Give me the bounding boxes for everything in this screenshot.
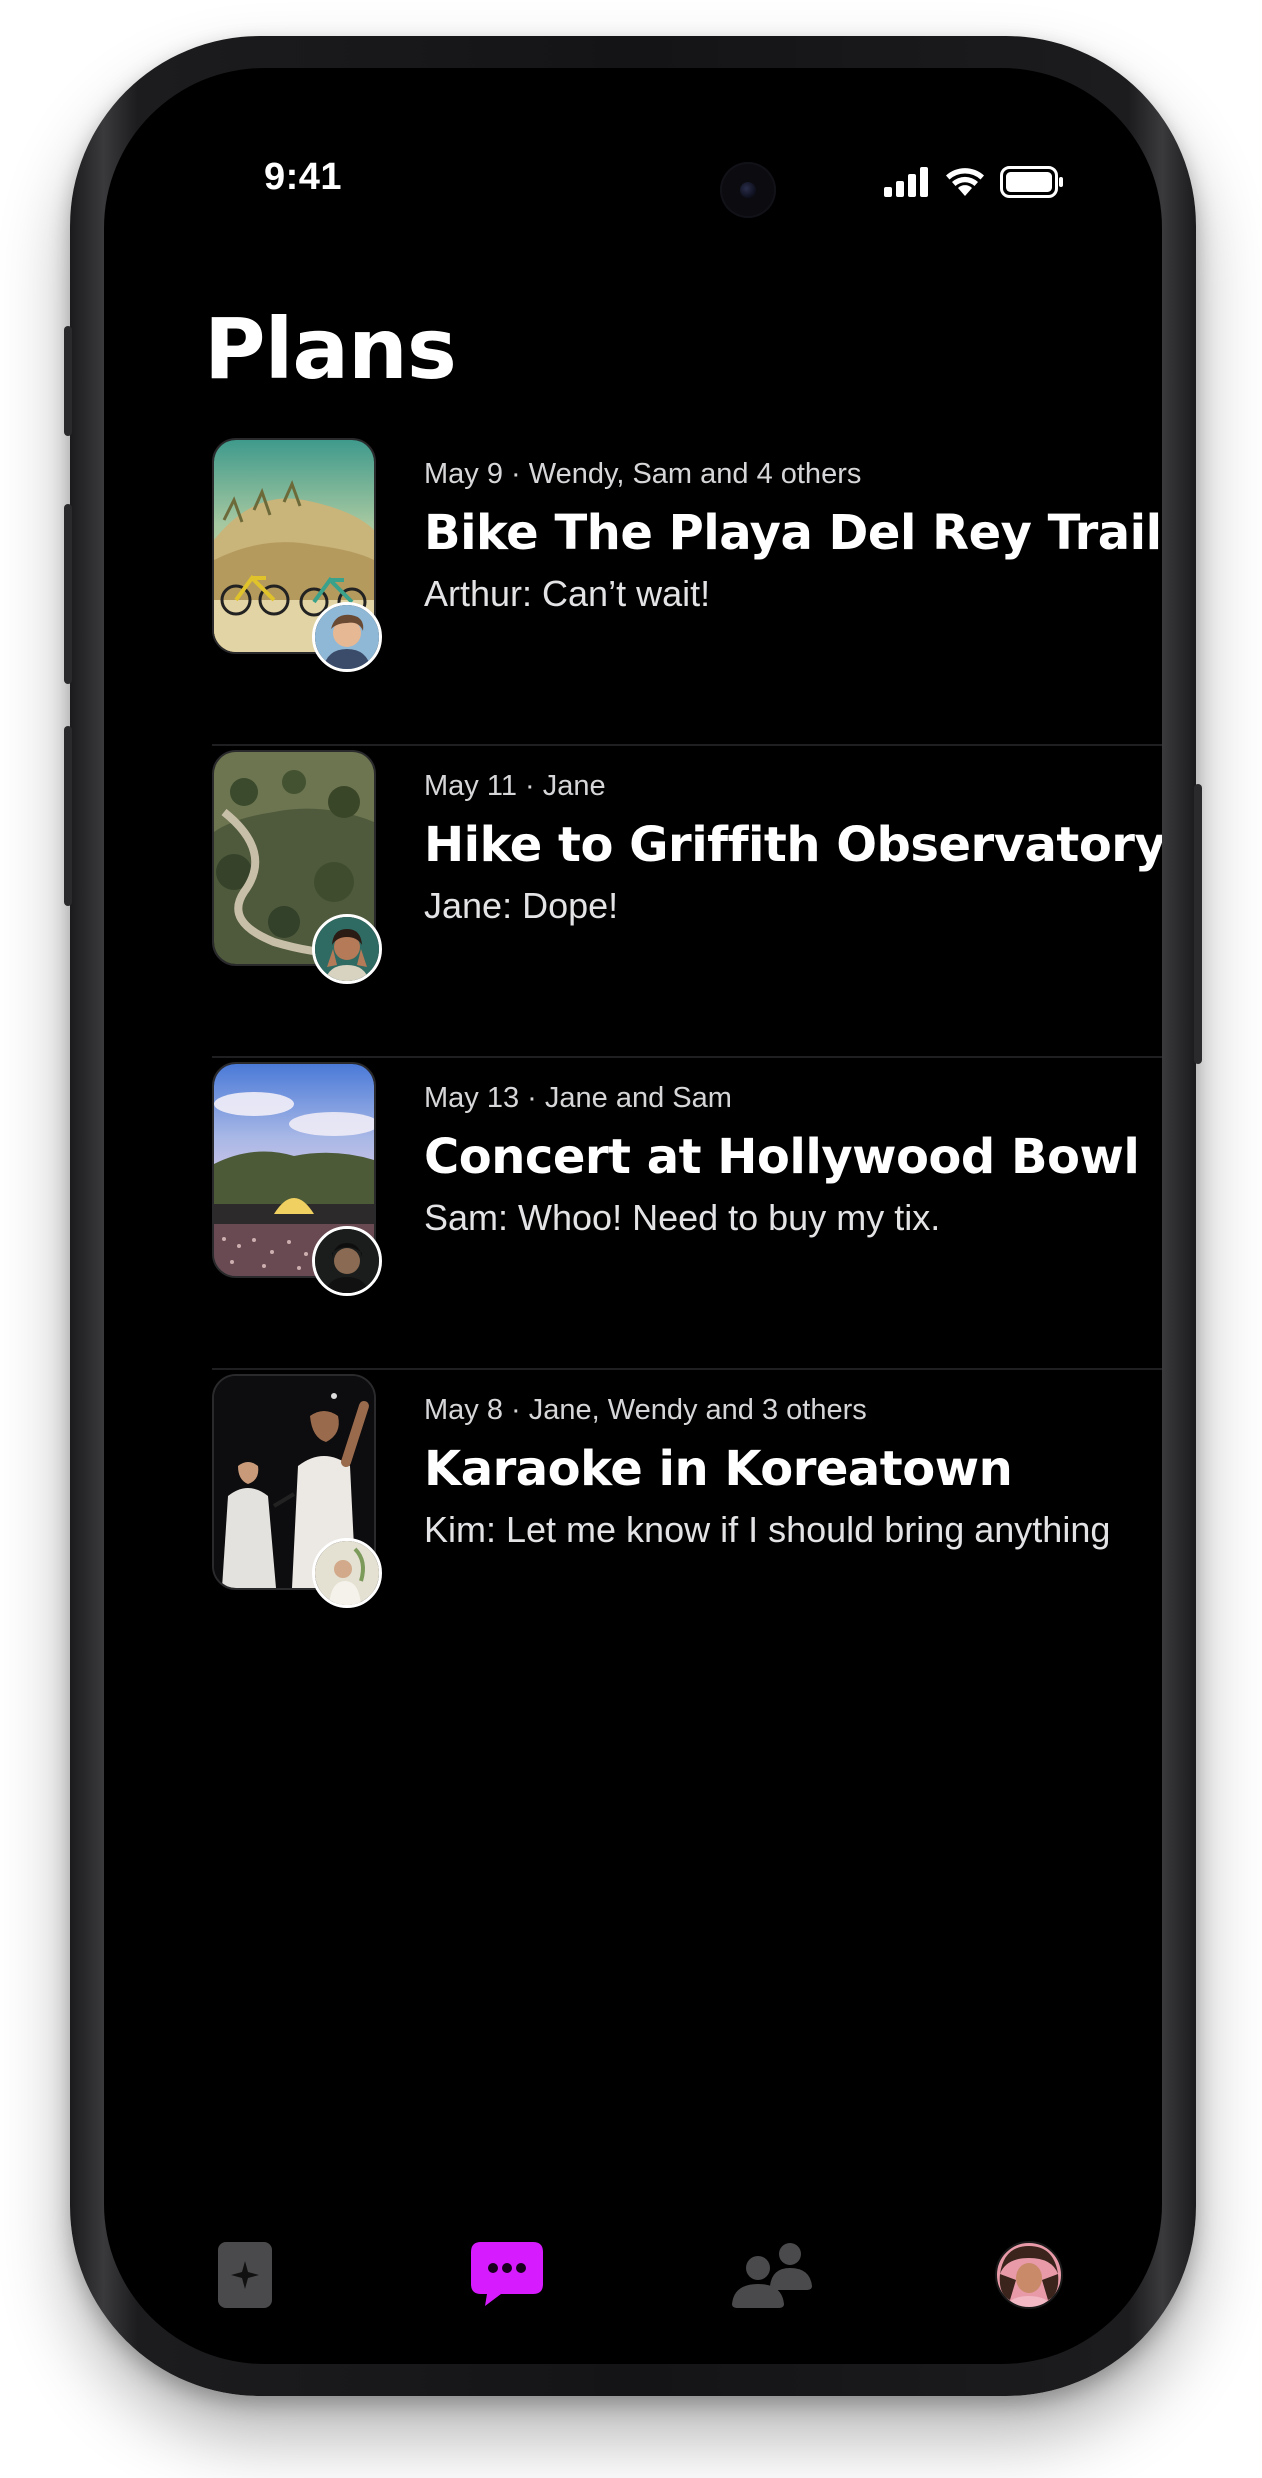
- plan-meta: May 11 · Jane: [424, 770, 606, 802]
- plan-last-message: Arthur: Can’t wait!: [424, 573, 711, 614]
- arthur-avatar: [312, 602, 382, 672]
- profile-avatar: [994, 2240, 1064, 2315]
- plan-meta: May 8 · Jane, Wendy and 3 others: [424, 1394, 867, 1426]
- plan-last-message: Sam: Whoo! Need to buy my tix.: [424, 1197, 941, 1238]
- plan-item[interactable]: May 8 · Jane, Wendy and 3 others Karaoke…: [104, 1368, 1162, 1682]
- people-icon: [732, 2242, 814, 2313]
- page-title: Plans: [204, 300, 457, 398]
- screen: 9:41 Plans May 9 · Wendy, Sam and 4 othe…: [104, 68, 1162, 2364]
- sparkle-icon: [218, 2241, 272, 2313]
- status-time: 9:41: [264, 156, 343, 198]
- plan-text: May 9 · Wendy, Sam and 4 others Bike The…: [424, 454, 1162, 616]
- tab-plans[interactable]: [462, 2232, 552, 2322]
- tab-bar: [104, 2232, 1162, 2342]
- wifi-icon: [944, 166, 986, 203]
- plan-thumbnail-wrap: [212, 438, 382, 672]
- plan-last-message: Kim: Let me know if I should bring anyth…: [424, 1509, 1111, 1550]
- sam-avatar: [312, 1226, 382, 1296]
- tab-profile[interactable]: [984, 2232, 1074, 2322]
- plan-text: May 13 · Jane and Sam Concert at Hollywo…: [424, 1078, 1140, 1240]
- plan-thumbnail-wrap: [212, 750, 382, 984]
- plan-title: Hike to Griffith Observatory: [424, 817, 1162, 873]
- plan-meta: May 13 · Jane and Sam: [424, 1082, 732, 1114]
- tab-friends[interactable]: [728, 2232, 818, 2322]
- chat-bubble-icon: [471, 2241, 543, 2313]
- cellular-signal-icon: [884, 166, 930, 202]
- plan-item[interactable]: May 11 · Jane Hike to Griffith Observato…: [104, 744, 1162, 1058]
- power-button: [1194, 784, 1202, 1064]
- plan-title: Bike The Playa Del Rey Trail: [424, 505, 1162, 561]
- plan-last-message: Jane: Dope!: [424, 885, 619, 926]
- plan-thumbnail-wrap: [212, 1374, 382, 1608]
- plan-title: Concert at Hollywood Bowl: [424, 1129, 1140, 1185]
- volume-up-button: [64, 504, 72, 684]
- plan-meta: May 9 · Wendy, Sam and 4 others: [424, 458, 862, 490]
- phone-frame: 9:41 Plans May 9 · Wendy, Sam and 4 othe…: [64, 36, 1202, 2396]
- tab-discover[interactable]: [200, 2232, 290, 2322]
- battery-icon: [1000, 165, 1064, 203]
- plan-text: May 8 · Jane, Wendy and 3 others Karaoke…: [424, 1390, 1122, 1552]
- plan-text: May 11 · Jane Hike to Griffith Observato…: [424, 766, 1162, 928]
- plan-thumbnail-wrap: [212, 1062, 382, 1296]
- jane-avatar: [312, 914, 382, 984]
- kim-avatar: [312, 1538, 382, 1608]
- plan-title: Karaoke in Koreatown: [424, 1441, 1013, 1497]
- volume-down-button: [64, 726, 72, 906]
- plan-item[interactable]: May 13 · Jane and Sam Concert at Hollywo…: [104, 1056, 1162, 1370]
- status-icons: [884, 165, 1064, 203]
- plan-item[interactable]: May 9 · Wendy, Sam and 4 others Bike The…: [104, 434, 1162, 746]
- action-button: [64, 326, 72, 436]
- plans-list: May 9 · Wendy, Sam and 4 others Bike The…: [104, 434, 1162, 1682]
- front-camera: [720, 162, 776, 218]
